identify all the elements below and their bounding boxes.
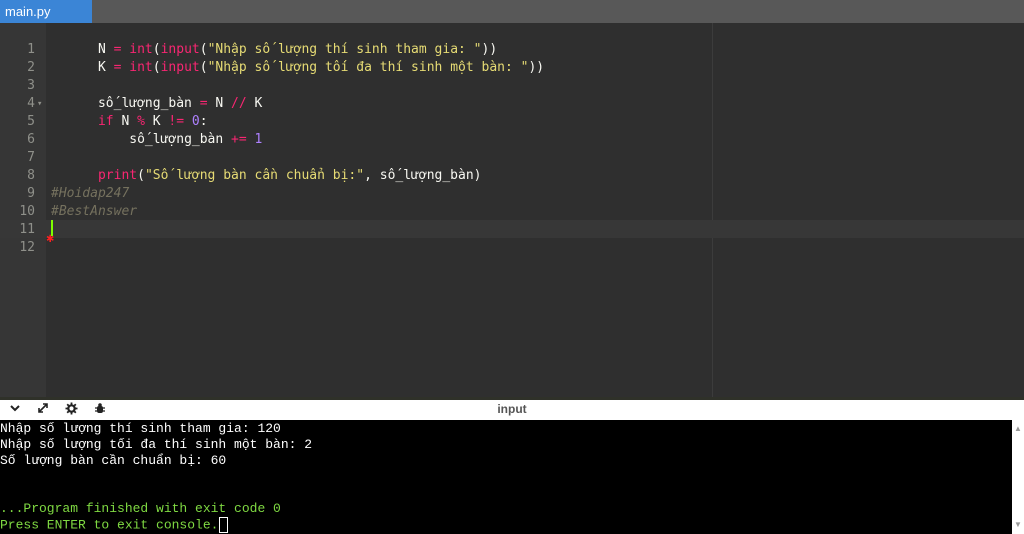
code-comment: #Hoidap247 [51,186,130,201]
line-number: 12 [19,240,35,255]
tab-main-py[interactable]: main.py [0,0,92,23]
code-line: 8 print("Số lượng bàn cần chuẩn bị:", số… [0,149,1024,183]
console-line: Số lượng bàn cần chuẩn bị: 60 [0,453,227,468]
fold-arrow-icon[interactable]: ▾ [37,95,42,113]
console-prompt-text: Press ENTER to exit console. [0,517,219,533]
code-line: 10 #Hoidap247 [0,185,1024,219]
console-scrollbar[interactable]: ▲ ▼ [1012,420,1024,534]
console-toolbar: input [0,400,1024,420]
console-line: Nhập số lượng tối đa thí sinh một bàn: 2 [0,437,313,452]
code-line: 1 N = int(input("Nhập số lượng thí sinh … [0,23,1024,57]
code-line: 7 [0,131,1024,165]
code-line: 11 #BestAnswer [0,203,1024,237]
console-title: input [497,402,527,416]
code-line: 12 [0,221,1024,255]
code-line: 6 số_lượng_bàn += 1 [0,113,1024,147]
console-prompt-line: Press ENTER to exit console. [0,517,229,533]
error-marker-icon: ✱ [46,234,55,245]
console-line: ...Program finished with exit code 0 [0,501,281,516]
console-output[interactable]: Nhập số lượng thí sinh tham gia: 120 Nhậ… [0,420,1012,534]
code-line: 4 số_lượng_bàn = N // K [0,77,1024,111]
tab-bar: main.py [0,0,1024,23]
console-line: Nhập số lượng thí sinh tham gia: 120 [0,421,281,436]
code-comment: #BestAnswer [51,204,138,219]
code-editor[interactable]: 1 N = int(input("Nhập số lượng thí sinh … [0,23,1024,397]
scroll-down-icon[interactable]: ▼ [1014,520,1022,529]
code-line: 2 K = int(input("Nhập số lượng tối đa th… [0,41,1024,75]
code-line: 5 ▾ if N % K != 0: [0,95,1024,129]
console-cursor [219,517,229,533]
code-line: 3 [0,59,1024,93]
code-line: 9 [0,167,1024,201]
scroll-up-icon[interactable]: ▲ [1014,424,1022,433]
